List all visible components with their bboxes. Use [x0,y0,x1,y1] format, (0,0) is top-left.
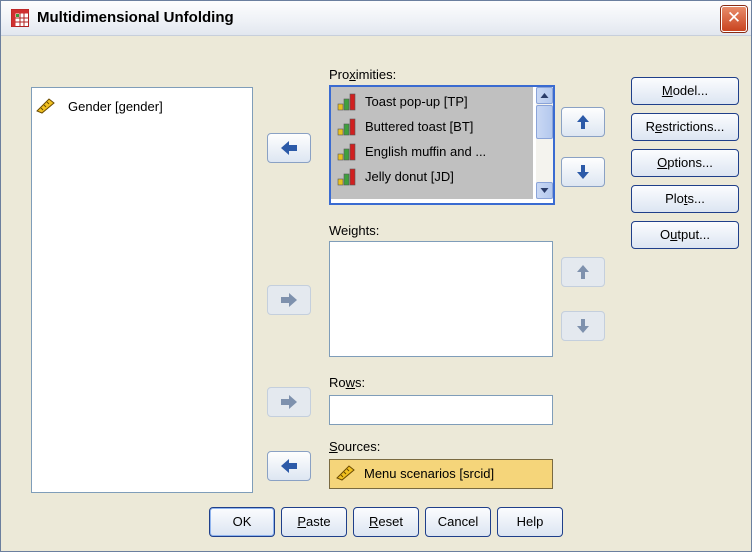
scroll-down-button[interactable] [536,182,553,199]
plots-button[interactable]: Plots... [631,185,739,213]
output-button[interactable]: Output... [631,221,739,249]
rows-label: Rows: [329,375,366,390]
move-to-weights-button[interactable] [267,285,311,315]
title-bar[interactable]: Multidimensional Unfolding ✕ [1,1,751,36]
arrow-left-icon [281,459,297,473]
paste-button[interactable]: Paste [281,507,347,537]
cancel-button[interactable]: Cancel [425,507,491,537]
proximities-list[interactable]: Toast pop-up [TP] Buttered toast [BT] En… [329,85,555,205]
window-title: Multidimensional Unfolding [37,9,234,26]
list-item-label: Jelly donut [JD] [365,169,454,184]
move-to-proximities-button[interactable] [267,133,311,163]
close-icon: ✕ [726,8,742,28]
sources-label: Sources: [329,439,381,454]
list-item-label: Buttered toast [BT] [365,119,474,134]
chevron-down-icon [540,188,549,193]
variable-list[interactable]: Gender [gender] [31,87,253,493]
arrow-right-icon [281,293,297,307]
arrow-right-icon [281,395,297,409]
scale-ruler-icon [36,98,55,114]
scroll-thumb[interactable] [536,105,553,139]
proximities-label: Proximities: [329,67,397,82]
dialog-body: Gender [gender] Proximities: Toast pop-u… [5,37,747,547]
weights-label: Weights: [329,223,380,238]
weights-move-down-button[interactable] [561,311,605,341]
list-item-label: Gender [gender] [68,99,163,114]
table-grid-icon [11,9,29,27]
dialog-window: Multidimensional Unfolding ✕ Gender [gen… [0,0,752,552]
sources-value: Menu scenarios [srcid] [364,466,495,481]
chevron-up-icon [540,93,549,98]
options-button[interactable]: Options... [631,149,739,177]
arrow-down-icon [577,165,589,179]
bar-scale-icon [337,93,356,111]
model-button[interactable]: Model... [631,77,739,105]
arrow-down-icon [577,319,589,333]
proximities-move-up-button[interactable] [561,107,605,137]
arrow-up-icon [577,115,589,129]
bar-scale-icon [337,168,356,186]
proximities-move-down-button[interactable] [561,157,605,187]
help-button[interactable]: Help [497,507,563,537]
restrictions-button[interactable]: Restrictions... [631,113,739,141]
arrow-left-icon [281,141,297,155]
bar-scale-icon [337,143,356,161]
rows-field[interactable] [329,395,553,425]
close-button[interactable]: ✕ [721,6,747,32]
weights-list[interactable] [329,241,553,357]
scroll-up-button[interactable] [536,87,553,104]
move-to-rows-button[interactable] [267,387,311,417]
reset-button[interactable]: Reset [353,507,419,537]
weights-move-up-button[interactable] [561,257,605,287]
sources-field[interactable]: Menu scenarios [srcid] [329,459,553,489]
list-item-label: English muffin and ... [365,144,487,159]
bar-scale-icon [337,118,356,136]
move-to-sources-button[interactable] [267,451,311,481]
scale-ruler-icon [336,465,355,481]
proximities-scrollbar[interactable] [536,87,553,199]
arrow-up-icon [577,265,589,279]
list-item-label: Toast pop-up [TP] [365,94,468,109]
ok-button[interactable]: OK [209,507,275,537]
